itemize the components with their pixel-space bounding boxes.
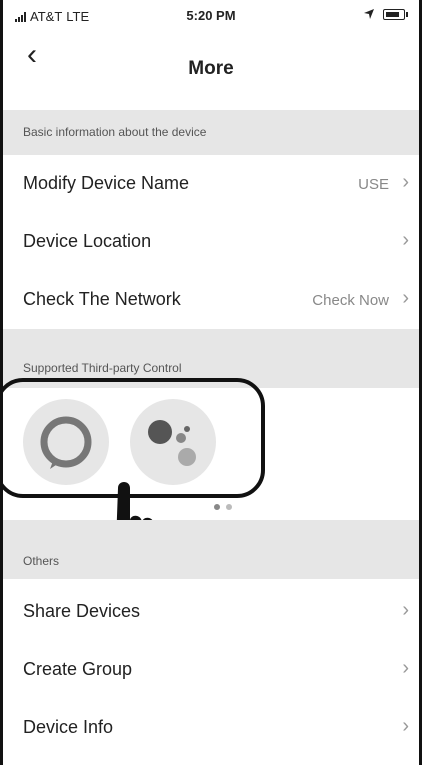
share-devices-row[interactable]: Share Devices ›	[3, 583, 419, 641]
battery-icon	[383, 8, 408, 20]
check-network-row[interactable]: Check The Network Check Now ›	[3, 271, 419, 329]
status-bar: AT&T LTE 5:20 PM	[3, 0, 419, 32]
chevron-right-icon: ›	[402, 715, 409, 737]
carousel-dots[interactable]	[214, 504, 232, 510]
section-header-basic: Basic information about the device	[3, 110, 419, 155]
section-title: Supported Third-party Control	[23, 361, 182, 375]
chevron-right-icon: ›	[402, 287, 409, 309]
chevron-right-icon: ›	[402, 599, 409, 621]
phone-screen: AT&T LTE 5:20 PM ‹ More Basic informatio…	[0, 0, 422, 765]
device-location-row[interactable]: Device Location ›	[3, 213, 419, 271]
section-header-others: Others	[3, 520, 419, 579]
page-title: More	[188, 58, 234, 79]
row-label: Modify Device Name	[23, 173, 190, 193]
location-arrow-icon	[364, 9, 374, 19]
chevron-right-icon: ›	[402, 171, 409, 193]
row-label: Device Location	[23, 231, 152, 251]
row-value: Check Now	[312, 292, 389, 309]
row-label: Check The Network	[23, 289, 181, 309]
row-label: Share Devices	[23, 601, 141, 621]
row-label: Create Group	[23, 659, 133, 679]
device-info-row[interactable]: Device Info ›	[3, 699, 419, 757]
chevron-right-icon: ›	[402, 229, 409, 251]
row-label: Device Info	[23, 717, 114, 737]
status-time: 5:20 PM	[186, 8, 236, 23]
create-group-row[interactable]: Create Group ›	[3, 641, 419, 699]
modify-device-name-row[interactable]: Modify Device Name USE ›	[3, 155, 419, 213]
status-icons	[363, 8, 408, 20]
chevron-right-icon: ›	[402, 657, 409, 679]
nav-bar: ‹ More	[3, 38, 419, 86]
section-title: Basic information about the device	[23, 125, 207, 139]
row-value: USE	[358, 176, 389, 193]
section-title: Others	[23, 554, 60, 568]
